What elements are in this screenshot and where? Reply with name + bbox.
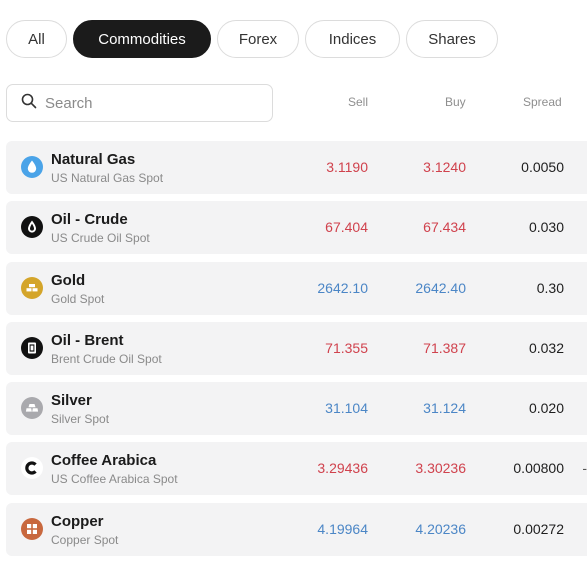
instrument-description: Copper Spot: [51, 532, 119, 547]
instrument-row[interactable]: Gold Gold Spot 2642.10 2642.40 0.30: [6, 261, 587, 315]
instrument-name: Oil - Brent: [51, 331, 124, 349]
instrument-name: Gold: [51, 271, 86, 289]
buy-price[interactable]: 2642.40: [415, 280, 466, 296]
spread-value: 0.00272: [513, 520, 564, 537]
column-header-sell: Sell: [348, 95, 369, 109]
buy-price[interactable]: 3.30236: [415, 460, 466, 476]
sell-price[interactable]: 71.355: [325, 340, 368, 356]
instrument-name: Coffee Arabica: [51, 452, 157, 470]
sell-price[interactable]: 3.29436: [317, 460, 368, 476]
category-tabs: All Commodities Forex Indices Shares: [6, 20, 498, 58]
tab-all[interactable]: All: [6, 20, 67, 58]
spread-value: 0.00800: [513, 460, 564, 477]
buy-price[interactable]: 4.20236: [415, 521, 466, 537]
instrument-row[interactable]: Silver Silver Spot 31.104 31.124 0.020: [6, 382, 587, 436]
instrument-description: Brent Crude Oil Spot: [51, 351, 162, 366]
sell-price[interactable]: 3.1190: [326, 159, 368, 175]
instrument-description: Silver Spot: [51, 412, 110, 427]
tab-shares[interactable]: Shares: [406, 20, 498, 58]
tab-indices[interactable]: Indices: [305, 20, 400, 58]
instrument-row[interactable]: Copper Copper Spot 4.19964 4.20236 0.002…: [6, 502, 587, 556]
spread-value: 0.030: [528, 219, 564, 236]
buy-price[interactable]: 3.1240: [423, 159, 466, 175]
search-icon: [21, 93, 37, 114]
sell-price[interactable]: 2642.10: [317, 280, 368, 296]
instrument-row[interactable]: Coffee Arabica US Coffee Arabica Spot 3.…: [6, 442, 587, 496]
buy-price[interactable]: 31.124: [423, 400, 466, 416]
spread-value: 0.0050: [521, 159, 564, 175]
instrument-row[interactable]: Oil - Brent Brent Crude Oil Spot 71.355 …: [6, 321, 587, 375]
tab-forex[interactable]: Forex: [217, 20, 299, 58]
instrument-name: Copper: [51, 512, 104, 530]
instrument-description: US Coffee Arabica Spot: [51, 472, 178, 487]
search-input[interactable]: [45, 94, 245, 112]
buy-price[interactable]: 67.434: [423, 219, 466, 235]
sell-price[interactable]: 67.404: [325, 219, 368, 235]
instrument-description: Gold Spot: [51, 291, 105, 306]
buy-price[interactable]: 71.387: [423, 340, 466, 356]
coffee-bean-icon: [21, 457, 43, 480]
column-header-buy: Buy: [445, 95, 466, 109]
sell-price[interactable]: 4.19964: [317, 521, 368, 537]
spread-value: 0.30: [536, 279, 564, 296]
search-box[interactable]: [6, 84, 273, 122]
sell-price[interactable]: 31.104: [325, 400, 368, 416]
tab-commodities[interactable]: Commodities: [73, 20, 211, 58]
spread-value: 0.020: [528, 400, 564, 417]
column-header-spread: Spread: [523, 95, 562, 109]
instrument-name: Silver: [51, 392, 92, 410]
spread-value: 0.032: [528, 339, 564, 356]
copper-block-icon: [21, 517, 43, 540]
instrument-row[interactable]: Natural Gas US Natural Gas Spot 3.1190 3…: [6, 141, 587, 194]
instrument-list: Natural Gas US Natural Gas Spot 3.1190 3…: [6, 141, 587, 563]
silver-bars-icon: [21, 397, 43, 420]
oil-barrel-icon: [21, 336, 43, 359]
instrument-name: Natural Gas: [51, 151, 136, 168]
instrument-row[interactable]: Oil - Crude US Crude Oil Spot 67.404 67.…: [6, 201, 587, 255]
instrument-description: US Crude Oil Spot: [51, 231, 150, 246]
trailing-mark: -: [582, 460, 587, 477]
water-drop-icon: [21, 156, 43, 178]
gold-bars-icon: [21, 276, 43, 299]
instrument-description: US Natural Gas Spot: [51, 171, 164, 185]
instrument-name: Oil - Crude: [51, 211, 128, 229]
oil-drop-icon: [21, 216, 43, 239]
